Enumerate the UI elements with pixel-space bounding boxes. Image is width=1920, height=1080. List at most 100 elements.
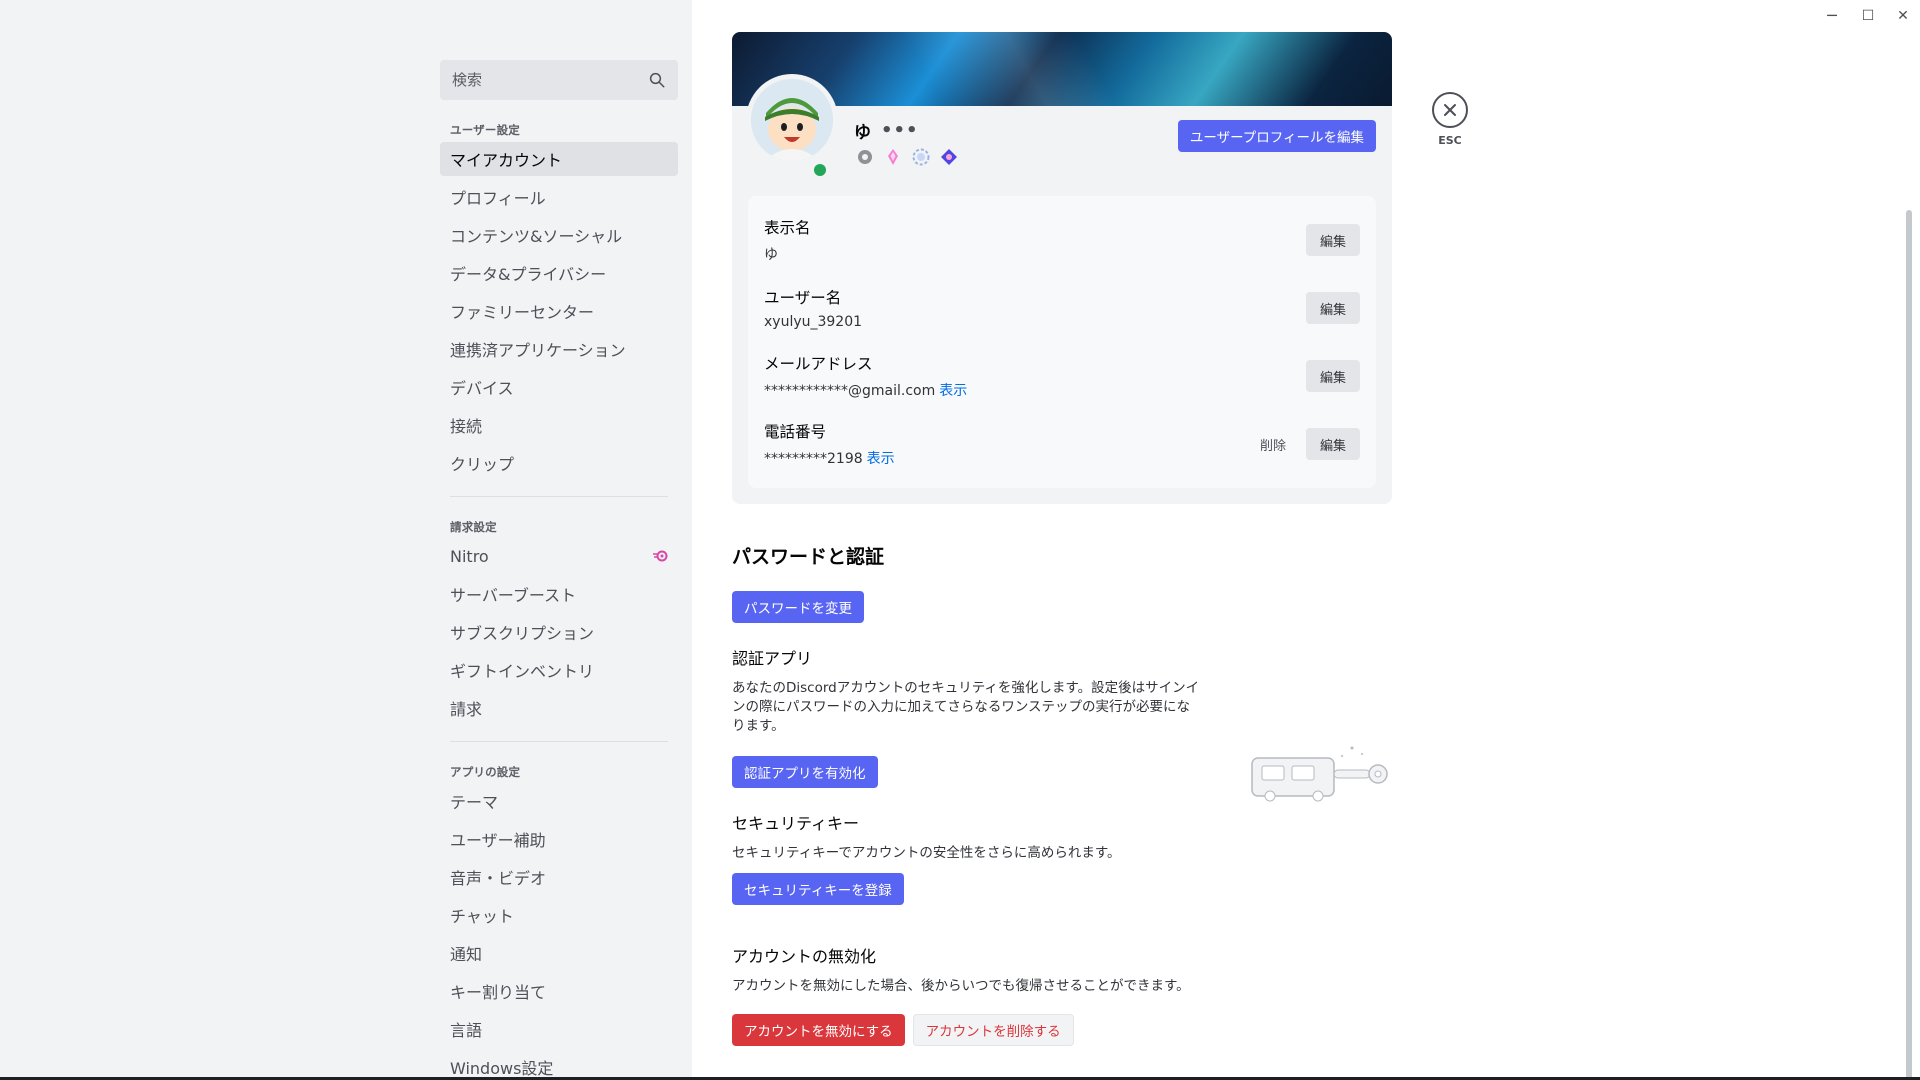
hypesquad-badge-icon[interactable] (856, 148, 874, 166)
more-options-icon[interactable]: ••• (881, 120, 919, 141)
authenticator-app-description: あなたのDiscordアカウントのセキュリティを強化します。設定後はサインイ ン… (732, 679, 1222, 736)
sidebar-item-language[interactable]: 言語 (440, 1012, 678, 1046)
email-value-line: ************@gmail.com 表示 (764, 380, 967, 400)
edit-username-button[interactable]: 編集 (1305, 292, 1360, 324)
authenticator-desc-line: ります。 (732, 718, 785, 734)
authenticator-app-title: 認証アプリ (732, 649, 813, 668)
minimize-button[interactable]: ─ (1822, 6, 1842, 26)
display-name-label: 表示名 (764, 219, 811, 237)
sidebar-item-profile[interactable]: プロフィール (440, 180, 678, 214)
sidebar-item-chat[interactable]: チャット (440, 898, 678, 932)
sidebar-item-billing[interactable]: 請求 (440, 691, 678, 725)
remove-phone-button[interactable]: 削除 (1260, 435, 1286, 454)
display-name-value: ゆ (764, 247, 778, 263)
phone-actions: 削除 編集 (1260, 428, 1360, 460)
edit-email-button[interactable]: 編集 (1305, 360, 1360, 392)
email-label: メールアドレス (764, 355, 873, 373)
profile-badges (856, 148, 958, 166)
sidebar-item-label: マイアカウント (450, 151, 563, 170)
security-illustration-icon (1251, 746, 1388, 802)
my-account-page: ゆ ••• ユーザープロフィールを編集 表示名 ゆ 編集 ユーザー名 xyuly… (732, 32, 1392, 1046)
sidebar-item-label: 言語 (450, 1021, 483, 1040)
esc-label: ESC (1438, 134, 1462, 147)
username-label: ユーザー名 (764, 289, 842, 307)
profile-card: ゆ ••• ユーザープロフィールを編集 表示名 ゆ 編集 ユーザー名 xyuly… (732, 32, 1392, 504)
sidebar-item-windows-settings[interactable]: Windows設定 (440, 1050, 678, 1080)
close-settings[interactable]: ESC (1432, 92, 1468, 147)
edit-display-name-button[interactable]: 編集 (1305, 224, 1360, 256)
reveal-phone-link[interactable]: 表示 (867, 451, 895, 467)
search-icon[interactable] (648, 71, 666, 89)
content-scrollbar[interactable] (1906, 210, 1912, 1080)
sidebar-item-label: デバイス (450, 379, 514, 398)
settings-sidebar: ユーザー設定 マイアカウント プロフィール コンテンツ&ソーシャル データ&プラ… (440, 60, 678, 1080)
quest-badge-icon[interactable] (940, 148, 958, 166)
sidebar-item-label: 通知 (450, 945, 483, 964)
maximize-button[interactable]: ☐ (1858, 6, 1878, 26)
nitro-gem-badge-icon[interactable] (884, 148, 902, 166)
sidebar-item-data-privacy[interactable]: データ&プライバシー (440, 256, 678, 290)
sidebar-item-my-account[interactable]: マイアカウント (440, 142, 678, 176)
sidebar-item-label: Windows設定 (450, 1059, 554, 1078)
edit-phone-button[interactable]: 編集 (1305, 428, 1360, 460)
phone-value-line: *********2198 表示 (764, 448, 895, 468)
sidebar-item-label: 請求 (450, 700, 483, 719)
edit-user-profile-button[interactable]: ユーザープロフィールを編集 (1177, 120, 1376, 152)
search-box[interactable] (440, 60, 678, 100)
sidebar-item-connections[interactable]: 接続 (440, 408, 678, 442)
register-security-key-button[interactable]: セキュリティキーを登録 (732, 873, 904, 905)
close-window-button[interactable]: ✕ (1893, 6, 1913, 26)
online-status-indicator (810, 160, 830, 180)
change-password-button[interactable]: パスワードを変更 (732, 591, 864, 623)
profile-username: ゆ (854, 123, 871, 143)
nitro-icon (653, 550, 668, 562)
sidebar-item-label: ギフトインベントリ (450, 662, 595, 681)
sidebar-item-label: 接続 (450, 417, 483, 436)
sidebar-item-server-boost[interactable]: サーバーブースト (440, 577, 678, 611)
authenticator-desc-line: あなたのDiscordアカウントのセキュリティを強化します。設定後はサインイ (732, 680, 1200, 696)
search-input[interactable] (452, 71, 632, 89)
sidebar-item-content-social[interactable]: コンテンツ&ソーシャル (440, 218, 678, 252)
password-auth-section: パスワードと認証 パスワードを変更 認証アプリ あなたのDiscordアカウント… (732, 542, 1392, 1046)
phone-label: 電話番号 (764, 423, 827, 441)
sidebar-item-label: ユーザー補助 (450, 831, 546, 850)
sidebar-item-label: Nitro (450, 546, 489, 566)
profile-header: ゆ ••• ユーザープロフィールを編集 (732, 74, 1392, 196)
enable-authenticator-button[interactable]: 認証アプリを有効化 (732, 756, 878, 788)
email-value: ************@gmail.com (764, 383, 936, 399)
sidebar-item-notifications[interactable]: 通知 (440, 936, 678, 970)
username-row: ユーザー名 xyulyu_39201 編集 (764, 274, 1360, 342)
sidebar-item-label: チャット (450, 907, 514, 926)
disable-account-button[interactable]: アカウントを無効にする (732, 1014, 905, 1046)
sidebar-item-label: データ&プライバシー (450, 265, 607, 284)
sidebar-item-label: クリップ (450, 455, 515, 474)
sidebar-item-authorized-apps[interactable]: 連携済アプリケーション (440, 332, 678, 366)
sidebar-item-nitro[interactable]: Nitro (440, 539, 678, 573)
sidebar-item-clips[interactable]: クリップ (440, 446, 678, 480)
sidebar-item-theme[interactable]: テーマ (440, 784, 678, 818)
sidebar-item-label: コンテンツ&ソーシャル (450, 227, 623, 246)
account-disable-actions: アカウントを無効にする アカウントを削除する (732, 1014, 1392, 1046)
display-name-row: 表示名 ゆ 編集 (764, 206, 1360, 274)
phone-value: *********2198 (764, 451, 863, 467)
username-value: xyulyu_39201 (764, 314, 863, 330)
reveal-email-link[interactable]: 表示 (939, 383, 967, 399)
sidebar-item-gift-inventory[interactable]: ギフトインベントリ (440, 653, 678, 687)
sidebar-item-accessibility[interactable]: ユーザー補助 (440, 822, 678, 856)
security-key-description: セキュリティキーでアカウントの安全性をさらに高められます。 (732, 845, 1121, 861)
sidebar-item-label: サブスクリプション (450, 624, 595, 643)
sidebar-item-voice-video[interactable]: 音声・ビデオ (440, 860, 678, 894)
sidebar-item-devices[interactable]: デバイス (440, 370, 678, 404)
sidebar-item-subscriptions[interactable]: サブスクリプション (440, 615, 678, 649)
avatar-image (751, 79, 833, 161)
delete-account-button[interactable]: アカウントを削除する (912, 1014, 1074, 1046)
account-disable-description: アカウントを無効にした場合、後からいつでも復帰させることができます。 (732, 978, 1190, 994)
section-user-settings: ユーザー設定 (450, 123, 520, 137)
sidebar-item-keybinds[interactable]: キー割り当て (440, 974, 678, 1008)
email-row: メールアドレス ************@gmail.com 表示 編集 (764, 342, 1360, 410)
sidebar-divider (450, 496, 668, 497)
avatar[interactable] (746, 74, 838, 166)
boost-badge-icon[interactable] (912, 148, 930, 166)
close-icon[interactable] (1432, 92, 1468, 128)
sidebar-item-family-center[interactable]: ファミリーセンター (440, 294, 678, 328)
